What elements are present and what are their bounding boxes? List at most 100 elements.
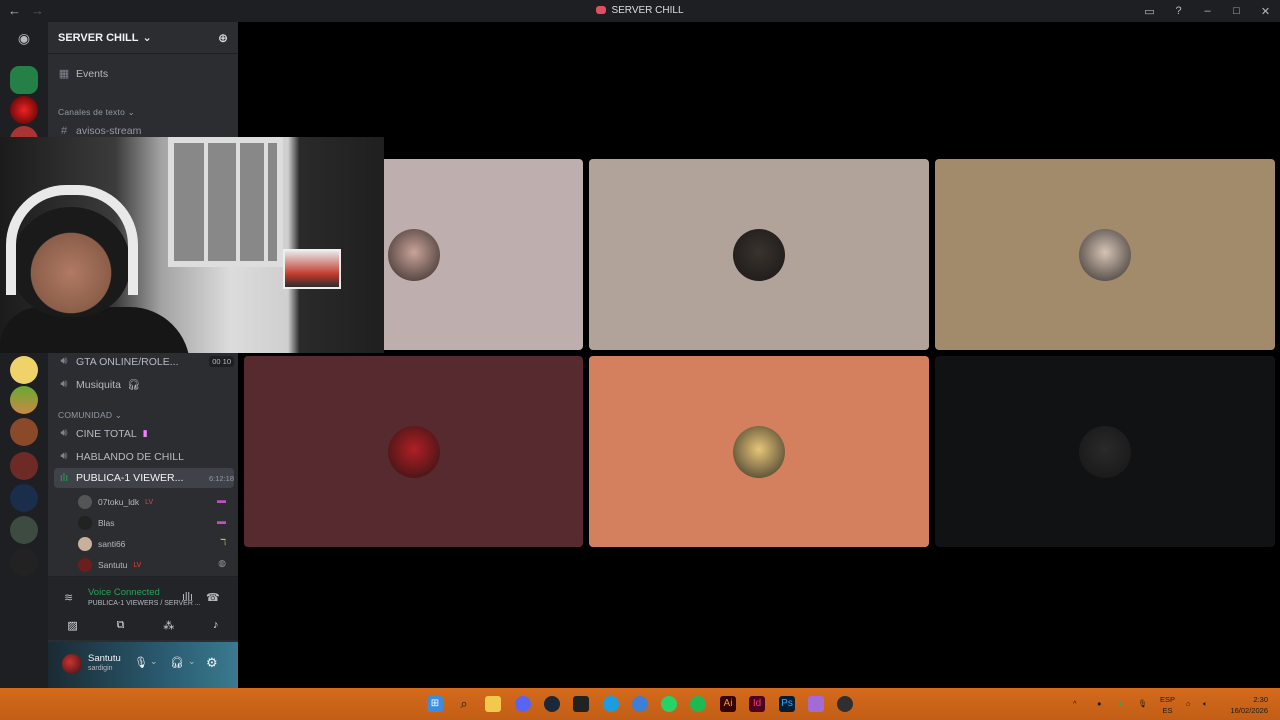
search-icon[interactable]: ⌕ [456, 696, 472, 712]
channel-events-label: Events [76, 67, 109, 80]
channel-musiquita[interactable]: 🔊︎ Musiquita 🎧︎ [58, 378, 141, 391]
noise-suppression-icon[interactable]: ıllı [182, 591, 193, 603]
participant-tile[interactable] [589, 356, 929, 547]
maximize-button[interactable]: □ [1222, 5, 1251, 17]
server-header[interactable]: SERVER CHILL ⌄ ⊕ [48, 22, 238, 54]
disconnect-icon[interactable]: ☎ [206, 591, 220, 604]
headphones-icon[interactable]: 🎧︎ [170, 656, 184, 669]
edge-icon[interactable] [603, 696, 619, 712]
server-icon-green[interactable] [10, 66, 38, 94]
server-icon-char[interactable] [10, 452, 38, 480]
tray-shield-icon[interactable]: ● [1118, 698, 1123, 709]
chevron-down-icon[interactable]: ⌄ [150, 656, 158, 667]
voice-member[interactable]: santi66 [78, 537, 125, 551]
avatar [733, 228, 785, 281]
chevron-down-icon: ⌄ [114, 410, 123, 420]
avatar [1079, 425, 1131, 478]
windows-start-icon[interactable]: ⊞ [427, 696, 443, 712]
member-name: Blas [98, 518, 115, 528]
server-icon-cube[interactable] [10, 386, 38, 414]
clock-date: 16/02/2026 [1230, 706, 1268, 715]
chevron-down-icon: ⌄ [127, 107, 135, 117]
screen-share-icon[interactable]: ⧉ [117, 619, 125, 632]
avatar [387, 228, 440, 281]
voice-member[interactable]: Santutu LV [78, 558, 141, 572]
app-diamond-icon[interactable] [808, 696, 824, 712]
video-off-icon[interactable]: ▨ [67, 619, 77, 632]
voice-member[interactable]: 07toku_ldk LV [78, 495, 153, 509]
window-in-video [168, 137, 283, 267]
window-controls: ▭ ? – □ ✕ [1135, 0, 1280, 22]
speaker-icon: 🔊︎ [60, 378, 68, 390]
headset [6, 185, 138, 295]
calendar-icon: ▦ [58, 68, 70, 80]
help-icon[interactable]: ? [1164, 5, 1193, 17]
volume-icon[interactable]: 🔈︎ [1203, 698, 1208, 709]
activities-icon[interactable]: ⁂ [163, 619, 174, 632]
channel-publica-label: PUBLICA-1 VIEWER... [76, 472, 184, 484]
clock[interactable]: 2:30 16/02/2026 [1222, 694, 1268, 716]
discord-home-icon[interactable]: ◉ [12, 30, 36, 46]
popcorn-icon: ▮ [142, 428, 148, 438]
participant-tile[interactable] [935, 356, 1275, 547]
photoshop-icon[interactable]: Ps [779, 696, 795, 712]
channel-cine-label: CINE TOTAL [76, 427, 137, 440]
edge-icon-2[interactable] [632, 696, 648, 712]
channel-musiquita-label: Musiquita [76, 378, 121, 391]
server-icon-wave[interactable] [10, 484, 38, 512]
voice-status[interactable]: Voice Connected [88, 587, 160, 598]
obs-icon[interactable] [837, 696, 853, 712]
server-rail: ◉ [0, 22, 48, 688]
server-icon-blonde[interactable] [10, 356, 38, 384]
language-indicator[interactable]: ESP ES [1160, 694, 1175, 716]
server-icon-warrior[interactable] [10, 516, 38, 544]
language-sub: ES [1162, 706, 1173, 715]
category-text-channels[interactable]: Canales de texto ⌄ [58, 107, 135, 118]
indesign-icon[interactable]: Id [749, 696, 765, 712]
whatsapp-icon[interactable] [661, 696, 677, 712]
epic-games-icon[interactable] [573, 696, 589, 712]
avatar [78, 495, 92, 509]
server-icon-csgo[interactable] [10, 548, 38, 576]
steam-icon[interactable] [544, 696, 560, 712]
language-code: ESP [1160, 695, 1176, 704]
connection-signal-icon[interactable]: ≋ [64, 591, 73, 604]
microphone-icon[interactable]: 🎙︎ [134, 656, 148, 669]
inbox-icon[interactable]: ▭ [1135, 5, 1164, 18]
participant-tile[interactable] [589, 159, 929, 350]
taskbar: ⊞ ⌕ Ai Id Ps ^ ● ● 🎙︎ ESP ES ⌂ 🔈︎ 2:30 1… [0, 688, 1280, 720]
channel-events[interactable]: ▦ Events [58, 67, 109, 81]
file-explorer-icon[interactable] [485, 696, 501, 712]
channel-hablando[interactable]: 🔊︎ HABLANDO DE CHILL [58, 450, 184, 463]
category-comunidad[interactable]: COMUNIDAD ⌄ [58, 410, 122, 421]
close-button[interactable]: ✕ [1251, 5, 1280, 18]
add-member-icon[interactable]: ⊕ [218, 31, 228, 45]
channel-avisos[interactable]: # avisos-stream [58, 125, 141, 137]
discord-icon[interactable] [515, 696, 531, 712]
webcam-overlay [0, 137, 384, 353]
chevron-up-icon[interactable]: ^ [1073, 698, 1077, 709]
user-name[interactable]: Santutu [88, 653, 121, 664]
user-avatar[interactable] [62, 654, 82, 674]
clock-time: 2:30 [1253, 695, 1268, 704]
channel-publica[interactable]: ılı PUBLICA-1 VIEWER... 6:12:18 [58, 472, 234, 484]
chevron-down-icon[interactable]: ⌄ [188, 656, 196, 667]
settings-gear-icon[interactable]: ⚙ [206, 655, 218, 671]
tray-app-icon[interactable]: ● [1097, 698, 1102, 709]
server-icon-red[interactable] [10, 96, 38, 124]
participant-tile[interactable] [935, 159, 1275, 350]
microphone-icon[interactable]: 🎙︎ [1138, 698, 1148, 709]
window-title-text: SERVER CHILL [611, 5, 684, 16]
channel-gta[interactable]: 🔊︎ GTA ONLINE/ROLE... 00 10 [58, 355, 234, 368]
network-icon[interactable]: ⌂ [1186, 698, 1191, 709]
channel-cine[interactable]: 🔊︎ CINE TOTAL ▮ [58, 427, 148, 440]
illustrator-icon[interactable]: Ai [720, 696, 736, 712]
voice-member[interactable]: Blas [78, 516, 115, 530]
soundboard-icon[interactable]: ♪ [213, 619, 219, 631]
spotify-icon[interactable] [690, 696, 706, 712]
voice-buttons-row: ▨ ⧉ ⁂ ♪ [48, 614, 238, 636]
participant-tile[interactable] [244, 356, 583, 547]
speaker-icon: 🔊︎ [60, 450, 68, 462]
minimize-button[interactable]: – [1193, 5, 1222, 17]
server-icon-face[interactable] [10, 418, 38, 446]
